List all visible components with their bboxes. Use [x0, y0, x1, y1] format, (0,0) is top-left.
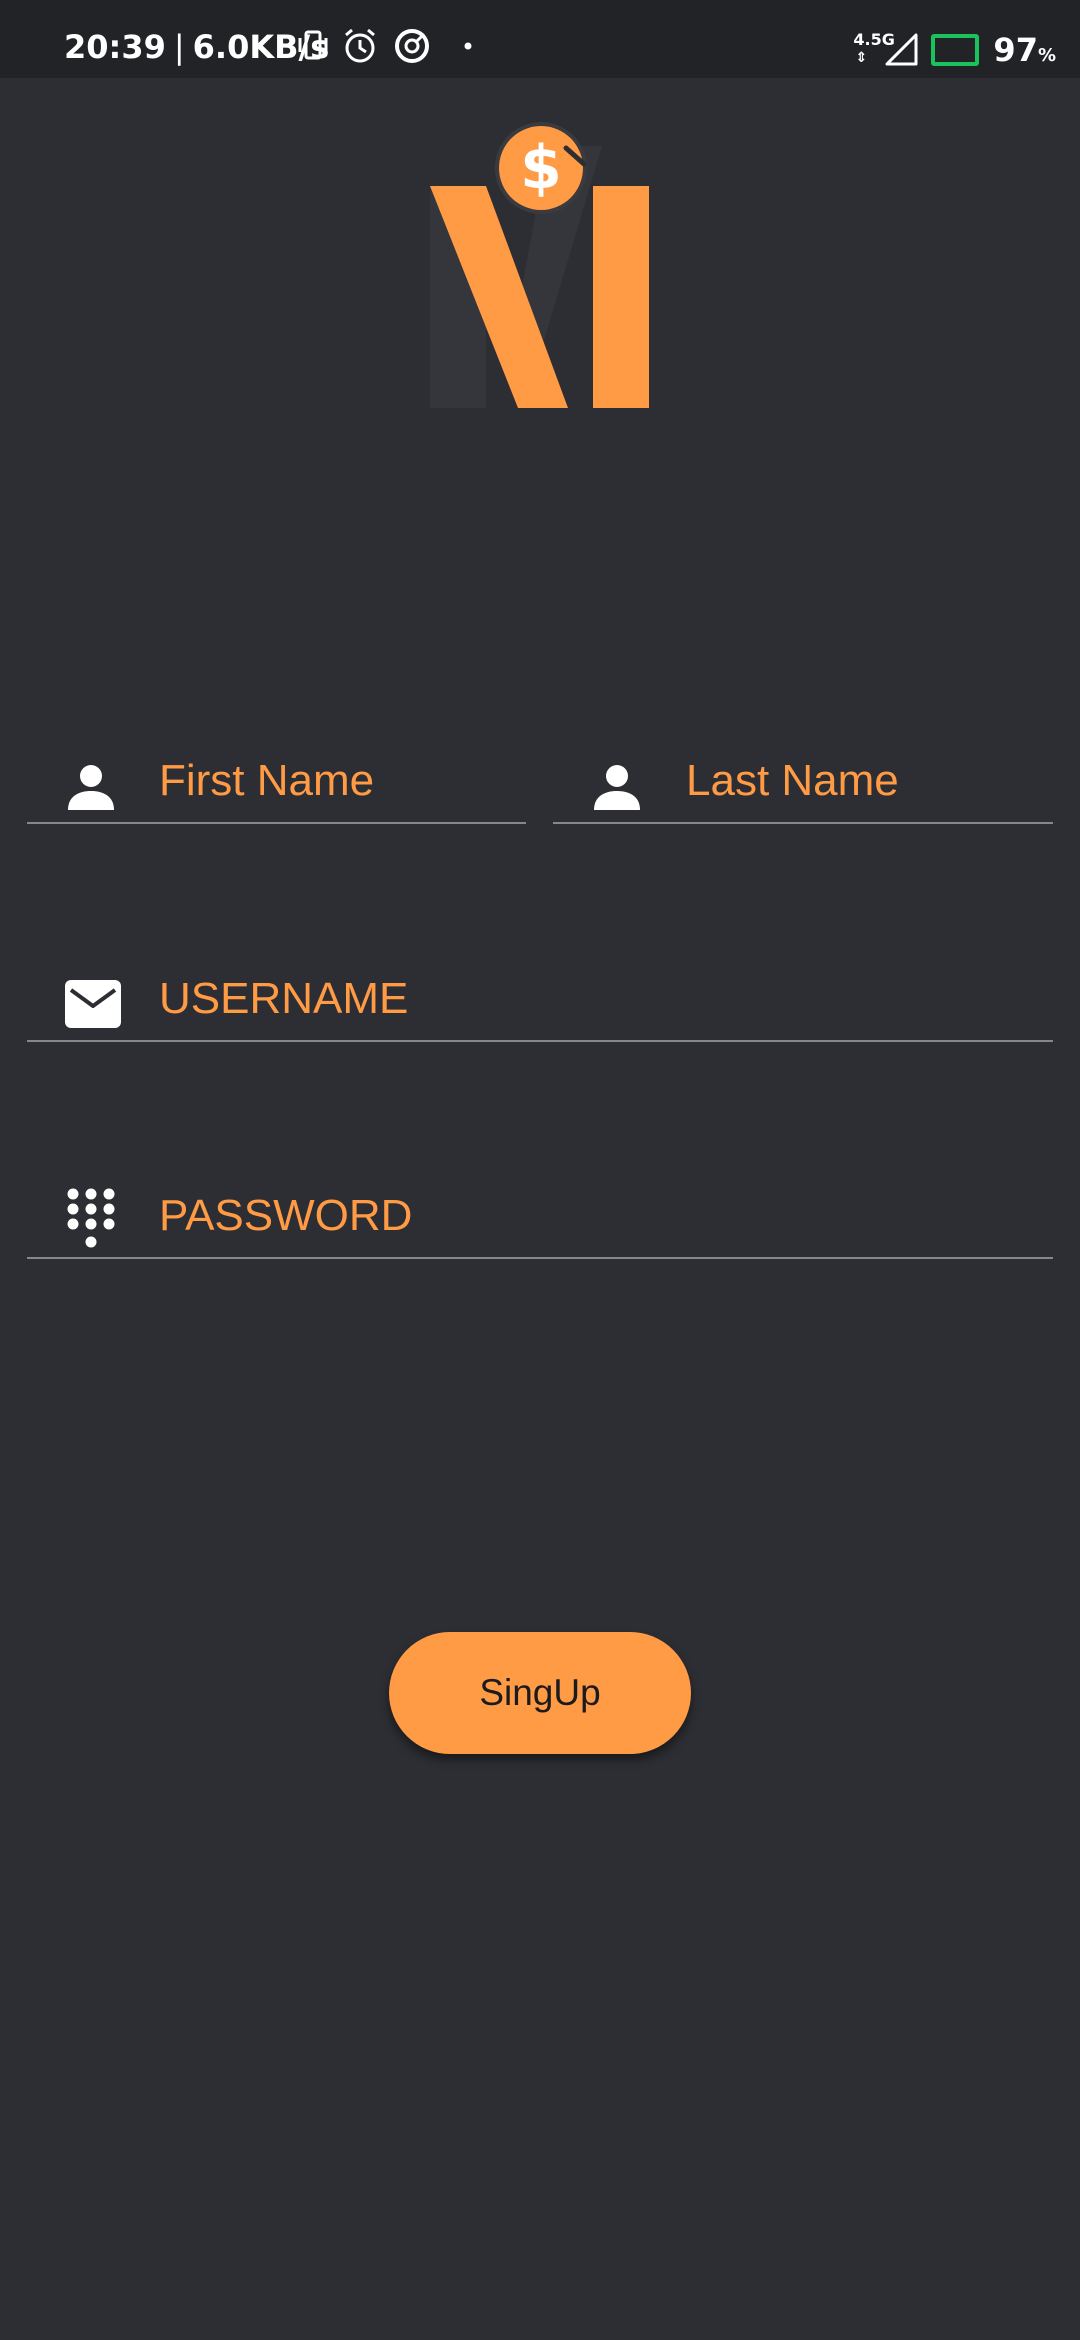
username-field[interactable]: USERNAME: [27, 928, 1053, 1042]
network-type: 4.5G ⇕: [851, 28, 894, 72]
status-time: 20:39: [64, 28, 166, 66]
username-input[interactable]: [159, 968, 779, 1030]
password-input[interactable]: [159, 1185, 779, 1247]
signup-screen: 20:39 | 6.0KB/s 4.5G ⇕ 97% $ First Name …: [0, 0, 1080, 2340]
battery-value: 97: [993, 31, 1038, 69]
mail-icon: [65, 980, 121, 1028]
app-logo: $: [430, 122, 649, 408]
network-type-label: 4.5G: [853, 30, 895, 49]
logo-dollar-sign: $: [520, 133, 562, 203]
battery-unit: %: [1037, 45, 1056, 66]
last-name-field[interactable]: Last Name: [553, 710, 1053, 824]
dialpad-icon: [67, 1188, 115, 1248]
last-name-input[interactable]: [685, 750, 989, 812]
status-icons-left: [296, 26, 478, 66]
battery-icon: [931, 34, 980, 66]
first-name-field[interactable]: First Name: [27, 710, 526, 824]
status-separator: |: [173, 28, 185, 66]
alarm-icon: [345, 28, 375, 63]
network-arrows: ⇕: [855, 50, 868, 66]
dot-icon: [464, 42, 472, 50]
status-right: 4.5G ⇕ 97%: [851, 26, 1056, 74]
person-icon: [594, 765, 640, 810]
first-name-input[interactable]: [159, 750, 463, 812]
signup-button[interactable]: SingUp: [389, 1632, 691, 1754]
password-field[interactable]: PASSWORD: [27, 1145, 1053, 1259]
status-left: 20:39 | 6.0KB/s: [64, 0, 329, 97]
status-bar: 20:39 | 6.0KB/s 4.5G ⇕ 97%: [0, 0, 1080, 78]
logo-m-right-bar: [593, 186, 649, 408]
person-icon: [68, 765, 114, 810]
data-saver-icon: [395, 29, 429, 63]
battery-percent: 97%: [993, 31, 1056, 69]
vibrate-icon: [298, 30, 328, 60]
